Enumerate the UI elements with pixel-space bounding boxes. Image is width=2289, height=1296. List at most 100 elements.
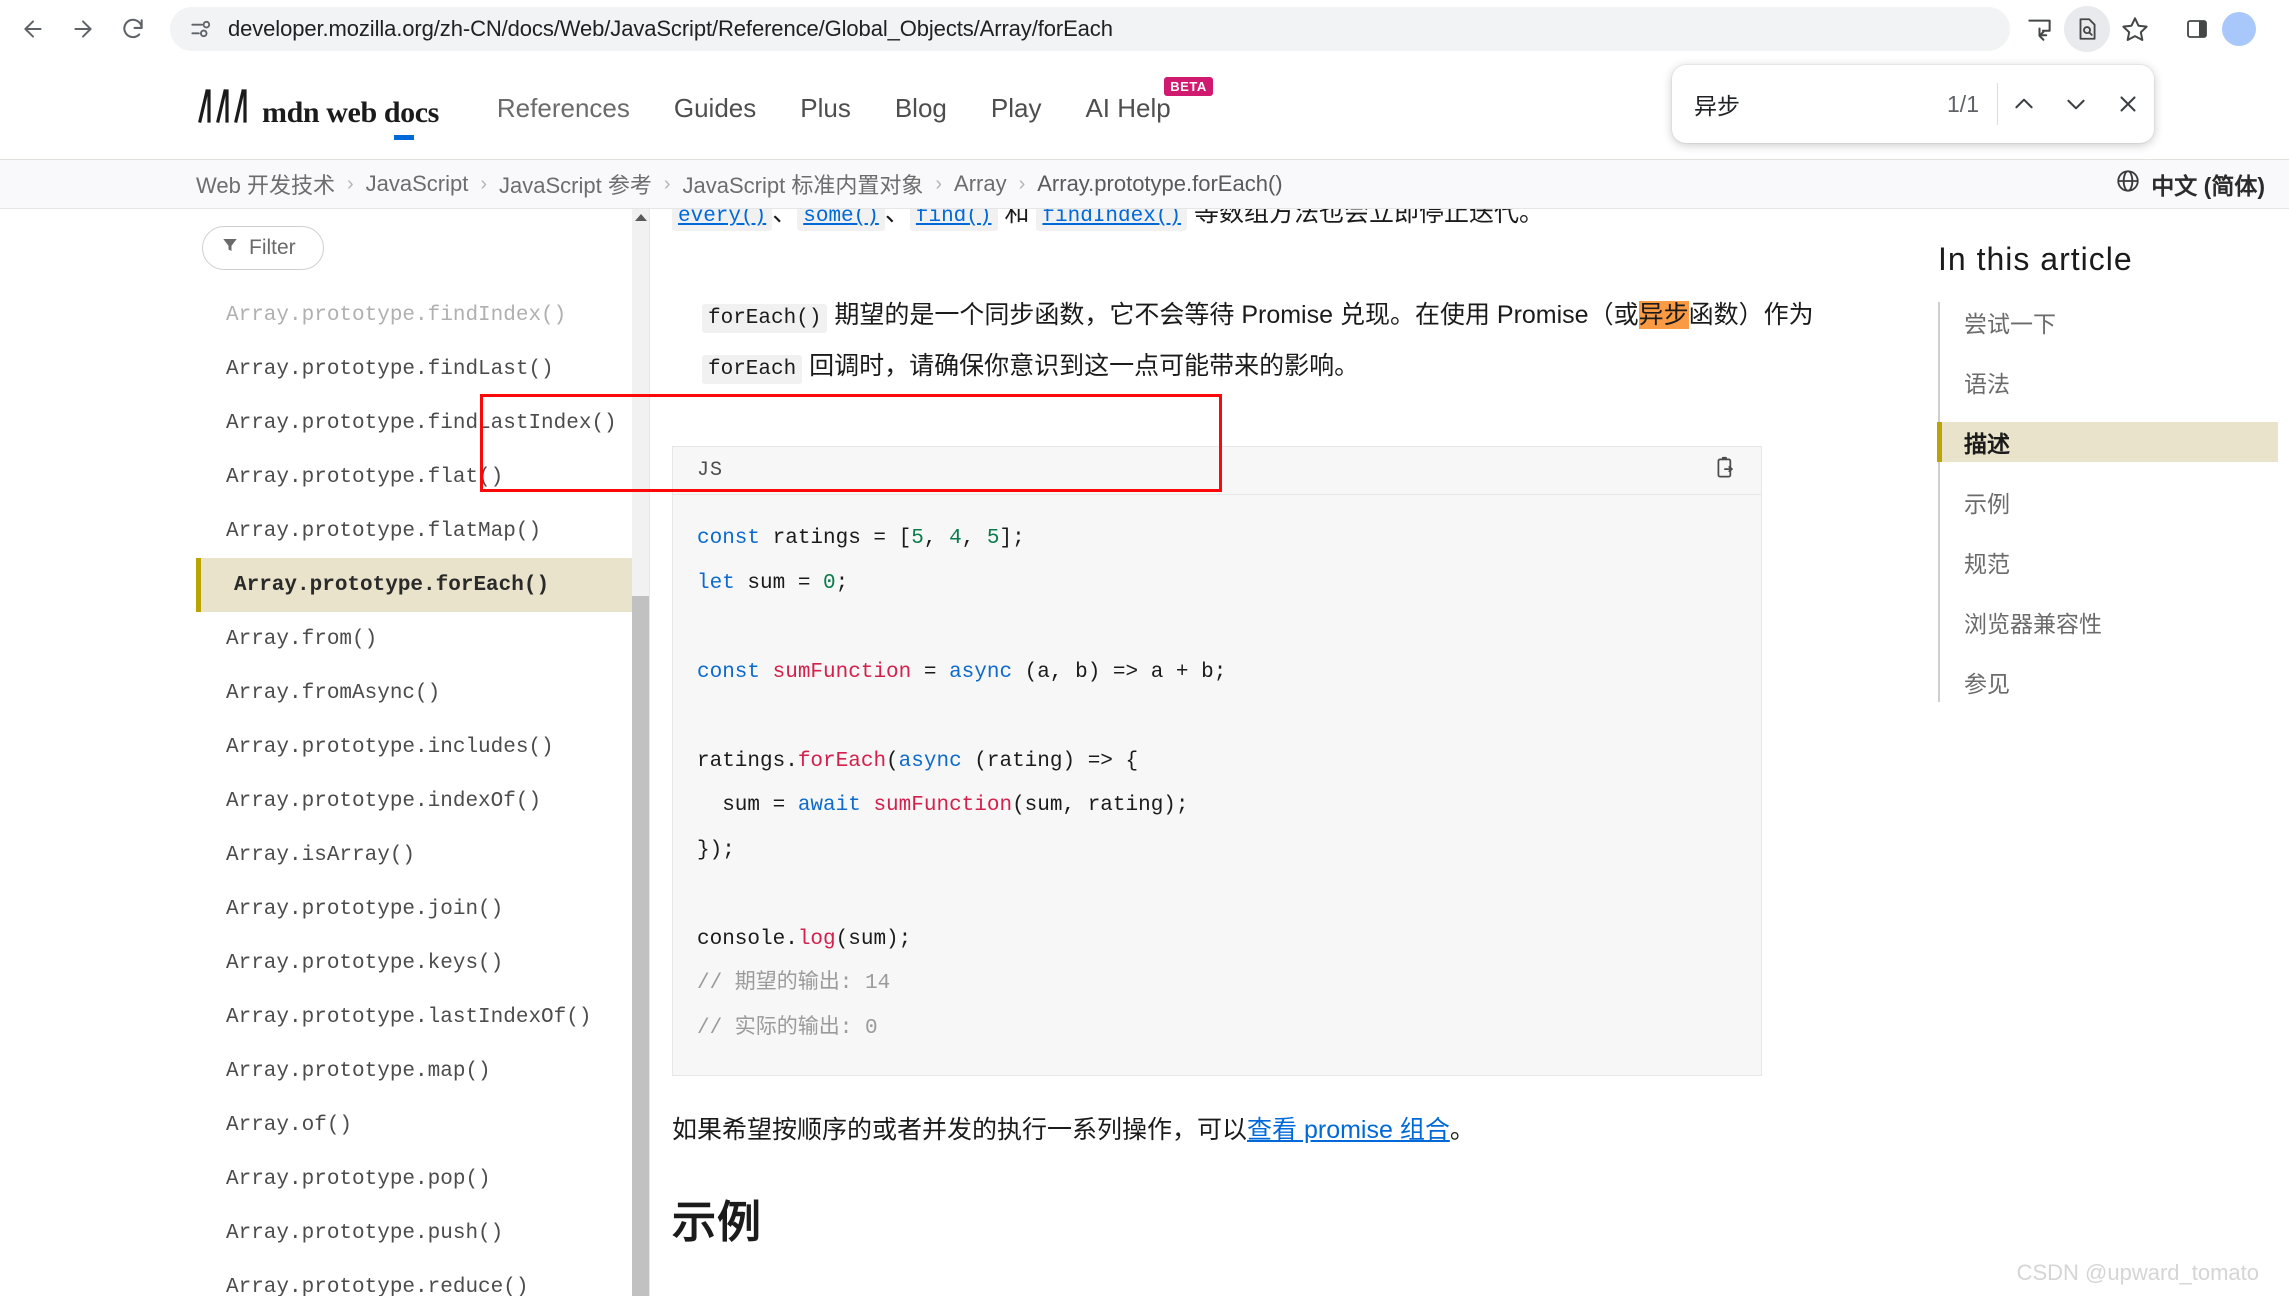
code-some[interactable]: some() [797, 209, 885, 231]
find-input[interactable]: 异步 [1672, 87, 1947, 121]
code-find-link[interactable]: find() [916, 209, 992, 228]
breadcrumb-item-1[interactable]: JavaScript [366, 171, 469, 197]
side-panel-icon[interactable] [2174, 6, 2220, 52]
globe-icon [2115, 168, 2141, 200]
nav-ai-help[interactable]: AI HelpBETA [1085, 93, 1170, 124]
toc-item-see-also[interactable]: 参见 [1940, 662, 2278, 702]
scroll-up-arrow-icon[interactable] [635, 214, 647, 221]
toc-item-try-it[interactable]: 尝试一下 [1940, 302, 2278, 342]
toolbar-actions [2016, 6, 2264, 52]
sidebar-item-includes[interactable]: Array.prototype.includes() [196, 720, 638, 774]
beta-badge: BETA [1164, 77, 1212, 96]
breadcrumb-separator-icon: › [1019, 173, 1026, 196]
nav-blog[interactable]: Blog [895, 93, 947, 124]
browser-window: developer.mozilla.org/zh-CN/docs/Web/Jav… [0, 0, 2289, 1296]
breadcrumb-separator-icon: › [664, 173, 671, 196]
language-label: 中文 (简体) [2151, 167, 2265, 201]
sidebar-item-lastindexof[interactable]: Array.prototype.lastIndexOf() [196, 990, 638, 1044]
filter-button[interactable]: Filter [202, 226, 324, 270]
note-text-b: 函数）作为 [1689, 301, 1814, 329]
code-find[interactable]: find() [910, 209, 998, 231]
find-match-count: 1/1 [1947, 91, 1997, 118]
breadcrumb-separator-icon: › [935, 173, 942, 196]
site-info-icon[interactable] [188, 16, 214, 42]
code-body-1[interactable]: const ratings = [5, 4, 5]; let sum = 0; … [673, 495, 1761, 1075]
breadcrumb-item-4[interactable]: Array [954, 171, 1007, 197]
nav-guides[interactable]: Guides [674, 93, 756, 124]
sidebar-item-keys[interactable]: Array.prototype.keys() [196, 936, 638, 990]
sidebar-item-fromasync[interactable]: Array.fromAsync() [196, 666, 638, 720]
bookmark-star-icon[interactable] [2112, 6, 2158, 52]
sidebar-item-indexof[interactable]: Array.prototype.indexOf() [196, 774, 638, 828]
heading-examples: 示例 [672, 1186, 1922, 1250]
sidebar-item-flat[interactable]: Array.prototype.flat() [196, 450, 638, 504]
reload-icon[interactable] [110, 6, 156, 52]
breadcrumb-item-3[interactable]: JavaScript 标准内置对象 [683, 168, 924, 200]
heading-sparse-array: 在稀疏数组上使用 forEach() [672, 1288, 1922, 1296]
filter-label: Filter [249, 236, 296, 260]
url-text: developer.mozilla.org/zh-CN/docs/Web/Jav… [228, 16, 1113, 42]
toc-item-compatibility[interactable]: 浏览器兼容性 [1940, 602, 2278, 642]
browser-toolbar: developer.mozilla.org/zh-CN/docs/Web/Jav… [0, 0, 2289, 57]
code-findindex-link[interactable]: findIndex() [1042, 209, 1181, 228]
sidebar-item-of[interactable]: Array.of() [196, 1098, 638, 1152]
conjunction-and: 和 [1004, 209, 1029, 227]
sidebar-scrollbar[interactable] [632, 209, 649, 1296]
breadcrumb-item-2[interactable]: JavaScript 参考 [499, 168, 652, 200]
breadcrumb-separator-icon: › [347, 173, 354, 196]
sidebar-item-join[interactable]: Array.prototype.join() [196, 882, 638, 936]
sidebar-item-findlastindex[interactable]: Array.prototype.findLastIndex() [196, 396, 638, 450]
code-foreach: forEach [702, 355, 802, 384]
nav-play[interactable]: Play [991, 93, 1042, 124]
code-header-1: JS [673, 447, 1761, 495]
nav-plus[interactable]: Plus [800, 93, 851, 124]
search-highlight: 异步 [1639, 301, 1689, 329]
address-bar[interactable]: developer.mozilla.org/zh-CN/docs/Web/Jav… [170, 7, 2010, 51]
code-some-link[interactable]: some() [803, 209, 879, 228]
code-every-link[interactable]: every() [678, 209, 766, 228]
intro-tail: 等数组方法也会立即停止迭代。 [1194, 209, 1544, 227]
profile-avatar[interactable] [2222, 12, 2256, 46]
forward-icon[interactable] [60, 6, 106, 52]
code-every[interactable]: every() [672, 209, 772, 231]
note-text-a: 期望的是一个同步函数，它不会等待 Promise 兑现。在使用 Promise（… [834, 301, 1638, 329]
code-findindex[interactable]: findIndex() [1036, 209, 1187, 231]
toc-item-description[interactable]: 描述 [1937, 422, 2278, 462]
code-language-label: JS [697, 459, 723, 482]
toc-item-syntax[interactable]: 语法 [1940, 362, 2278, 402]
sidebar-item-findindex[interactable]: Array.prototype.findIndex() [196, 288, 638, 342]
sidebar-item-pop[interactable]: Array.prototype.pop() [196, 1152, 638, 1206]
sidebar-item-push[interactable]: Array.prototype.push() [196, 1206, 638, 1260]
find-previous-icon[interactable] [1998, 78, 2050, 130]
mdn-logo[interactable]: mdn web docs [196, 89, 439, 128]
breadcrumb-item-0[interactable]: Web 开发技术 [196, 168, 335, 200]
filter-icon [221, 236, 239, 260]
navigation-buttons [0, 6, 156, 52]
breadcrumb-bar: Web 开发技术 › JavaScript › JavaScript 参考 › … [0, 160, 2289, 209]
sidebar-item-foreach[interactable]: Array.prototype.forEach() [196, 558, 638, 612]
scrollbar-thumb[interactable] [632, 596, 649, 1296]
nav-references[interactable]: References [497, 93, 630, 124]
sidebar-item-isarray[interactable]: Array.isArray() [196, 828, 638, 882]
reading-mode-icon[interactable] [2064, 6, 2110, 52]
sidebar-item-flatmap[interactable]: Array.prototype.flatMap() [196, 504, 638, 558]
language-selector[interactable]: 中文 (简体) [2115, 167, 2265, 201]
toc-item-specification[interactable]: 规范 [1940, 542, 2278, 582]
promise-composition-link[interactable]: 查看 promise 组合 [1247, 1116, 1450, 1144]
sidebar-item-map[interactable]: Array.prototype.map() [196, 1044, 638, 1098]
find-close-icon[interactable] [2102, 78, 2154, 130]
sidebar: Filter Array.prototype.findIndex() Array… [196, 209, 638, 1296]
toc-item-examples[interactable]: 示例 [1940, 482, 2278, 522]
mdn-wordmark: mdn web docs [262, 98, 439, 128]
in-this-article-toc: In this article 尝试一下 语法 描述 示例 规范 浏览器兼容性 … [1938, 209, 2278, 1296]
sidebar-item-from[interactable]: Array.from() [196, 612, 638, 666]
cast-icon[interactable] [2016, 6, 2062, 52]
toc-title: In this article [1938, 241, 2278, 278]
code-foreach-paren: forEach() [702, 304, 827, 333]
back-icon[interactable] [10, 6, 56, 52]
sidebar-item-findlast[interactable]: Array.prototype.findLast() [196, 342, 638, 396]
copy-to-clipboard-icon[interactable] [1713, 455, 1739, 486]
find-next-icon[interactable] [2050, 78, 2102, 130]
watermark: CSDN @upward_tomato [2017, 1260, 2259, 1286]
sidebar-item-reduce[interactable]: Array.prototype.reduce() [196, 1260, 638, 1296]
